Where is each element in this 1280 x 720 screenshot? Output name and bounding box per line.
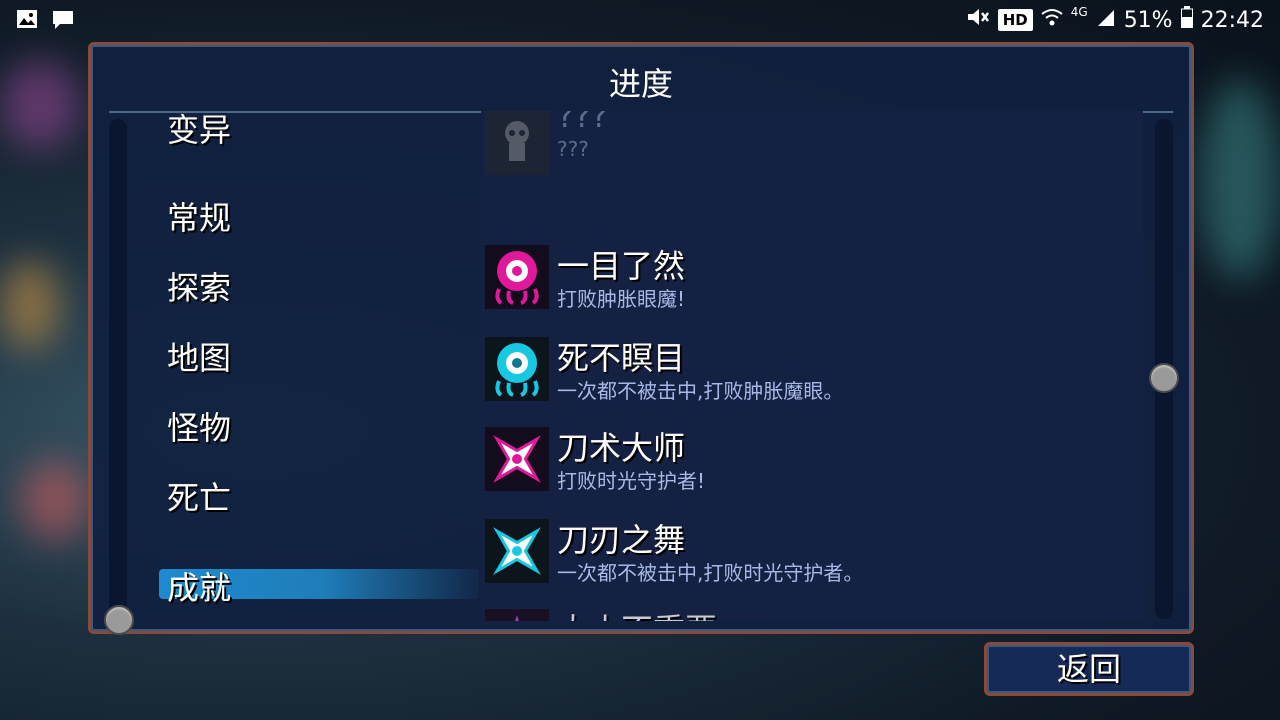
back-button[interactable]: 返回	[984, 642, 1194, 696]
achievement-list[interactable]: ??? ??? 一目了然 打败肿胀眼魔! 死不瞑目 一次都不被击中,打败肿胀魔眼…	[481, 111, 1143, 621]
cyan-shuriken-icon	[485, 519, 549, 583]
achievement-item[interactable]: 一目了然 打败肿胀眼魔!	[485, 243, 1125, 313]
achievement-desc: 打败肿胀眼魔!	[557, 287, 686, 311]
achievement-item[interactable]: ??? ???	[485, 111, 1125, 179]
purple-flame-icon	[485, 609, 549, 621]
mute-icon	[966, 6, 990, 34]
status-bar: HD 4G 51% 22:42	[0, 0, 1280, 42]
panel-title: 进度	[608, 65, 673, 103]
achievement-title: 死不瞑目	[557, 339, 686, 377]
achievement-item[interactable]: 刀术大师 打败时光守护者!	[485, 425, 1125, 495]
achievement-desc: 一次都不被击中,打败肿胀魔眼。	[557, 379, 844, 403]
progress-panel: 进度 变异 常规 探索 地图 怪物 死亡 成就 ??? ??? 一目了然 打败肿…	[88, 42, 1194, 635]
clock: 22:42	[1200, 7, 1264, 33]
category-monsters[interactable]: 怪物	[167, 403, 231, 449]
category-list: 变异 常规 探索 地图 怪物 死亡 成就	[159, 111, 479, 621]
achievement-item[interactable]: 死不瞑目 一次都不被击中,打败肿胀魔眼。	[485, 335, 1125, 405]
category-achievements[interactable]: 成就	[167, 563, 231, 609]
achievement-title: 刀刃之舞	[557, 521, 686, 559]
category-map[interactable]: 地图	[167, 333, 231, 379]
battery-icon	[1180, 6, 1193, 34]
wifi-icon	[1041, 7, 1063, 33]
pink-eye-monster-icon	[485, 245, 549, 309]
category-mutation[interactable]: 变异	[167, 111, 231, 151]
message-notification-icon	[52, 9, 74, 35]
background-glow	[0, 60, 80, 150]
pink-shuriken-icon	[485, 427, 549, 491]
battery-percent: 51%	[1123, 7, 1173, 33]
category-scroll-thumb[interactable]	[104, 605, 134, 635]
category-deaths[interactable]: 死亡	[167, 473, 231, 519]
achievement-item[interactable]: 大小不重要	[485, 607, 1125, 621]
background-glow	[0, 260, 60, 350]
category-exploration[interactable]: 探索	[167, 263, 231, 309]
achievement-title: 刀术大师	[557, 429, 686, 467]
network-type: 4G	[1070, 5, 1088, 19]
achievement-desc: ???	[557, 137, 589, 161]
category-general[interactable]: 常规	[167, 193, 231, 239]
hd-badge: HD	[997, 9, 1033, 31]
cyan-eye-monster-icon	[485, 337, 549, 401]
achievement-item[interactable]: 刀刃之舞 一次都不被击中,打败时光守护者。	[485, 517, 1125, 587]
background-glow	[1200, 80, 1280, 280]
achievement-title: 一目了然	[557, 247, 686, 285]
achievement-scroll-thumb[interactable]	[1149, 363, 1179, 393]
signal-icon	[1096, 7, 1116, 33]
gallery-notification-icon	[16, 9, 38, 35]
background-glow	[20, 460, 90, 540]
achievement-desc: 打败时光守护者!	[557, 469, 706, 493]
locked-skull-icon	[485, 111, 549, 175]
achievement-title: 大小不重要	[557, 605, 717, 621]
category-scrollbar[interactable]	[109, 119, 127, 619]
achievement-desc: 一次都不被击中,打败时光守护者。	[557, 561, 864, 585]
achievement-title: ???	[557, 111, 608, 135]
